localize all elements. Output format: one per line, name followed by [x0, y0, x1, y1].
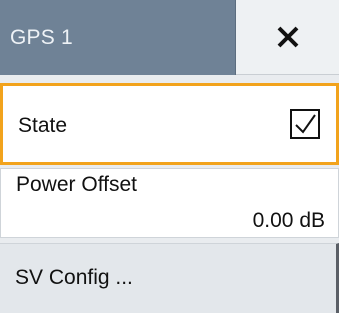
power-offset-field[interactable]: Power Offset 0.00 dB [0, 168, 339, 238]
state-label: State [18, 114, 68, 137]
panel-header: GPS 1 [0, 0, 339, 75]
gps-settings-panel: GPS 1 State Power Offset 0.00 dB SV Conf… [0, 0, 339, 313]
power-offset-value: 0.00 [252, 209, 294, 232]
sv-config-button[interactable]: SV Config ... [0, 243, 339, 313]
power-offset-value-display[interactable]: 0.00 dB [253, 209, 325, 233]
close-button[interactable] [236, 0, 339, 75]
state-row[interactable]: State [0, 83, 339, 165]
sv-config-label: SV Config ... [15, 266, 133, 289]
power-offset-unit: dB [299, 209, 325, 232]
checkmark-icon [295, 114, 316, 134]
close-icon [277, 26, 298, 48]
panel-title: GPS 1 [10, 26, 73, 49]
state-checkbox[interactable] [290, 109, 320, 139]
panel-title-box: GPS 1 [0, 0, 236, 75]
power-offset-label: Power Offset [16, 173, 137, 196]
